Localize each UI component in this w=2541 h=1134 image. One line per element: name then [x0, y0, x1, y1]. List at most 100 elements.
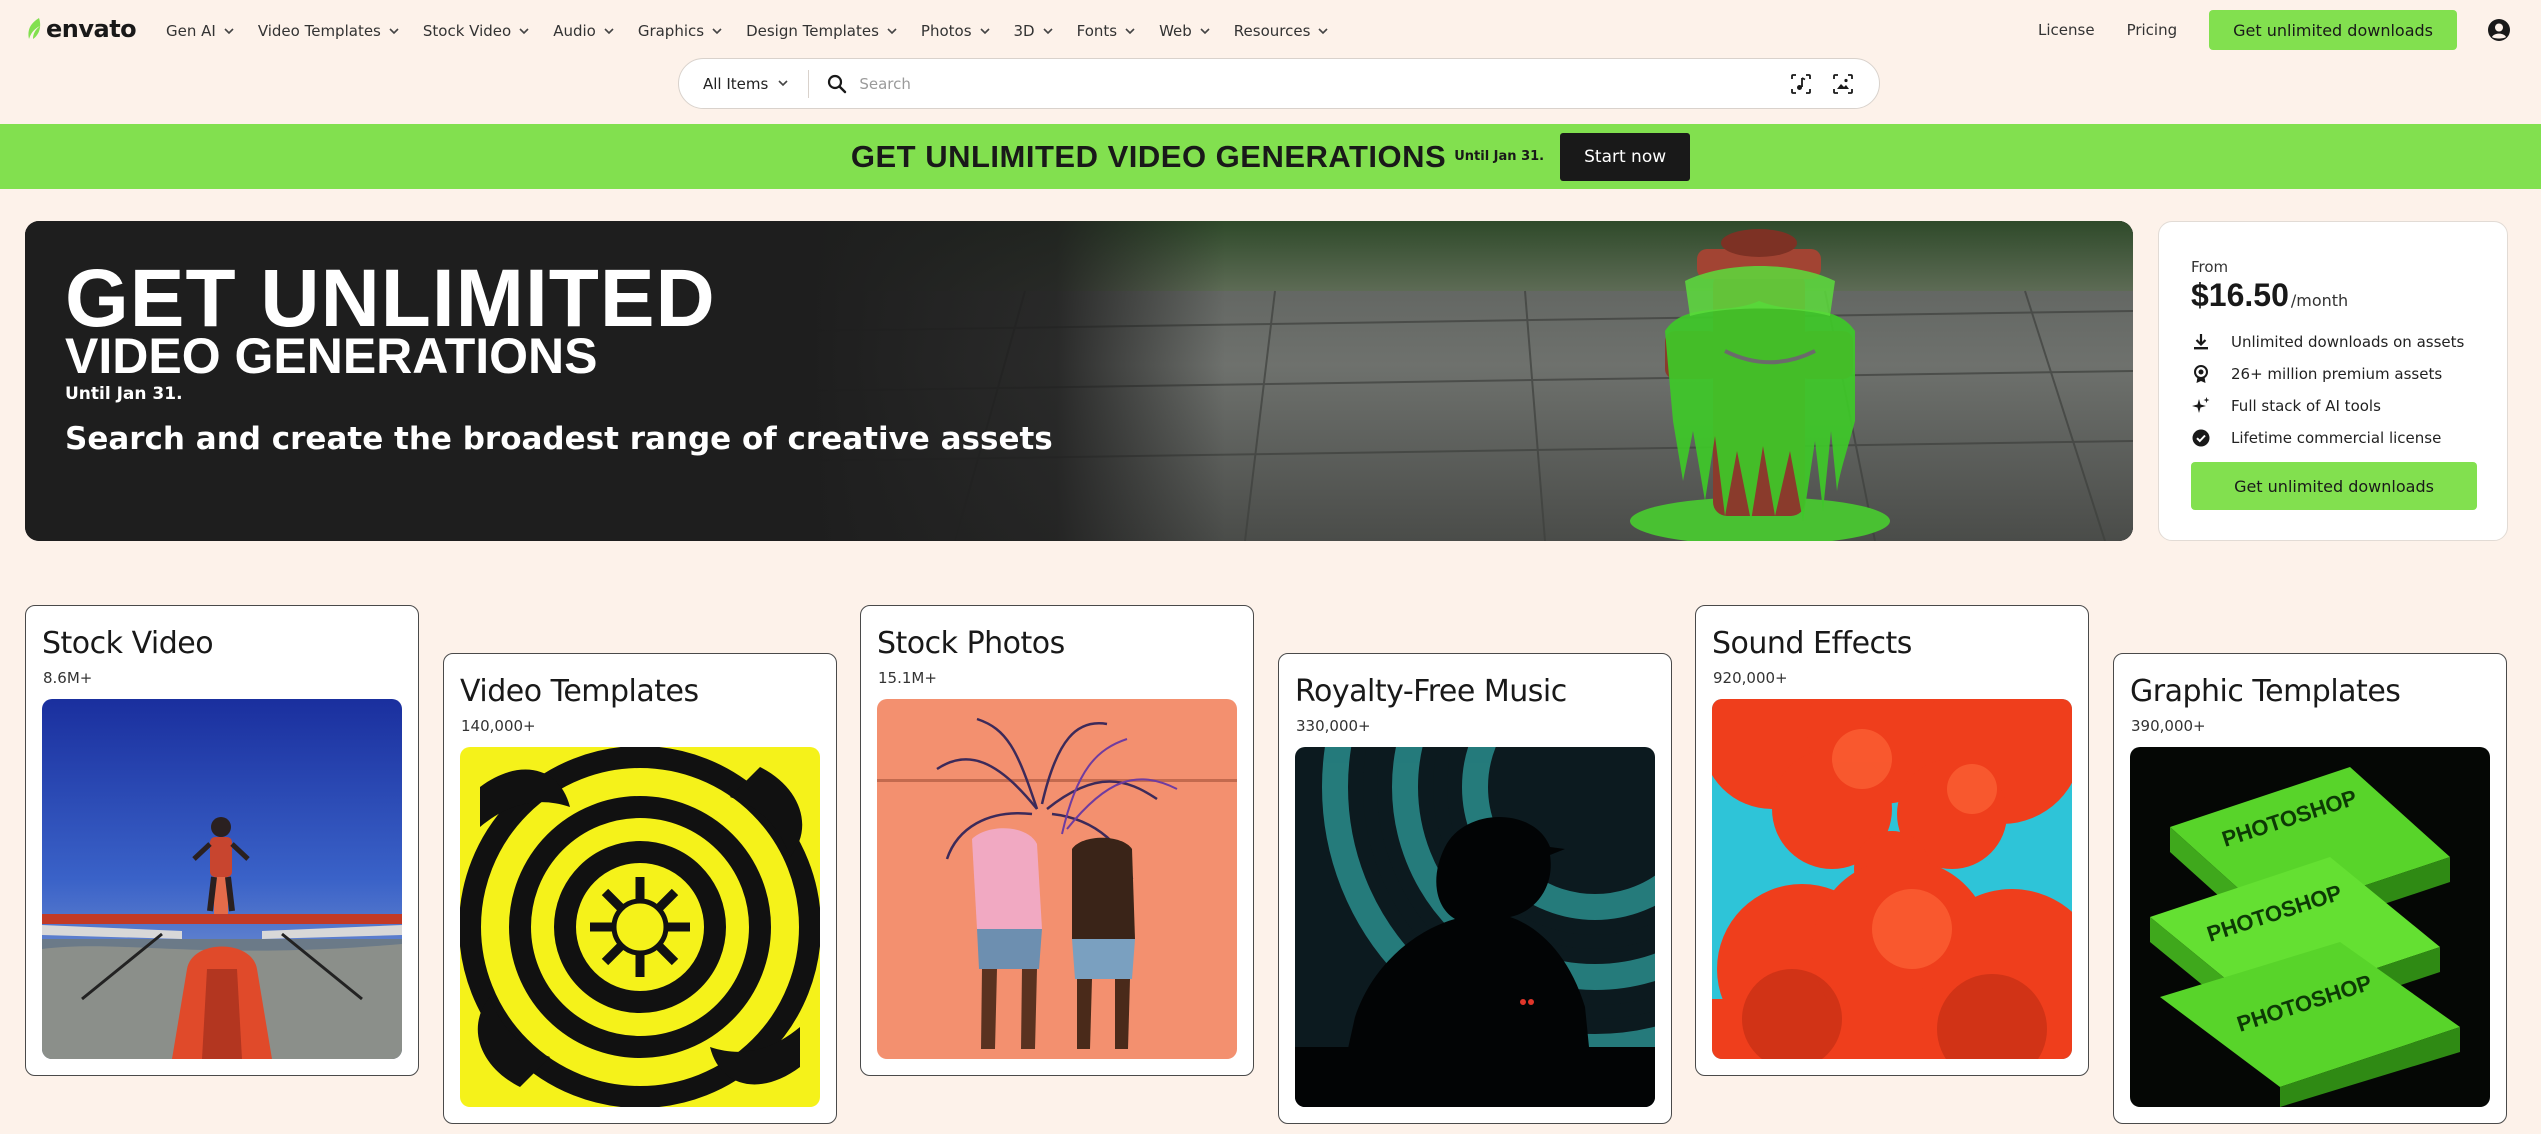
- top-navigation: envato Gen AI Video Templates Stock Vide…: [0, 0, 2541, 124]
- main-nav: Gen AI Video Templates Stock Video Audio…: [166, 18, 1352, 44]
- nav-label: Gen AI: [166, 22, 216, 40]
- promo-title: GET UNLIMITED VIDEO GENERATIONS: [850, 138, 1447, 174]
- get-unlimited-downloads-button[interactable]: Get unlimited downloads: [2209, 10, 2457, 50]
- category-title: Graphic Templates: [2130, 674, 2401, 709]
- feature-text: 26+ million premium assets: [2231, 365, 2443, 383]
- nav-label: Design Templates: [746, 22, 879, 40]
- category-title: Stock Photos: [877, 626, 1065, 661]
- category-title: Video Templates: [460, 674, 699, 709]
- search-tools: [1789, 72, 1879, 96]
- hero-subtitle-line: VIDEO GENERATIONS: [65, 328, 598, 384]
- chevron-down-icon: [1200, 27, 1210, 34]
- chevron-down-icon: [778, 80, 788, 87]
- nav-video-templates[interactable]: Video Templates: [258, 22, 399, 40]
- psychedelic-spiral-image: [460, 747, 820, 1107]
- promo-banner: GET UNLIMITED VIDEO GENERATIONS Until Ja…: [0, 124, 2541, 189]
- feature-text: Unlimited downloads on assets: [2231, 333, 2465, 351]
- search-category-label: All Items: [703, 74, 769, 93]
- feature-item: Unlimited downloads on assets: [2191, 326, 2464, 358]
- category-thumbnail: [1712, 699, 2072, 1059]
- header-actions: License Pricing Get unlimited downloads: [2038, 10, 2511, 50]
- nav-web[interactable]: Web: [1159, 22, 1210, 40]
- red-smoke-cloud-image: [1712, 699, 2072, 1059]
- category-count: 15.1M+: [878, 669, 937, 687]
- category-count: 330,000+: [1296, 717, 1371, 735]
- start-now-button[interactable]: Start now: [1560, 132, 1691, 181]
- hero-until: Until Jan 31.: [65, 384, 183, 404]
- chevron-down-icon: [979, 27, 990, 34]
- audio-search-icon[interactable]: [1789, 72, 1813, 96]
- nav-design-templates[interactable]: Design Templates: [746, 22, 897, 40]
- chevron-down-icon: [604, 27, 614, 34]
- sparkle-icon: [2192, 397, 2210, 413]
- search-category-dropdown[interactable]: All Items: [679, 69, 810, 98]
- nav-label: Resources: [1233, 22, 1311, 40]
- category-card-stock-video[interactable]: Stock Video 8.6M+: [25, 605, 419, 1076]
- feature-item: 26+ million premium assets: [2191, 358, 2464, 390]
- nav-label: Photos: [920, 22, 972, 40]
- category-count: 920,000+: [1713, 669, 1788, 687]
- nav-label: Video Templates: [257, 22, 381, 40]
- dj-silhouette-image: [1295, 747, 1655, 1107]
- nav-resources[interactable]: Resources: [1234, 22, 1329, 40]
- search-bar: All Items: [678, 58, 1880, 109]
- chevron-down-icon: [1043, 27, 1053, 34]
- nav-stock-video[interactable]: Stock Video: [423, 22, 529, 40]
- check-circle-icon: [2192, 429, 2210, 447]
- wingwalker-plane-image: [42, 699, 402, 1059]
- nav-audio[interactable]: Audio: [553, 22, 614, 40]
- category-thumbnail: [42, 699, 402, 1059]
- nav-graphics[interactable]: Graphics: [638, 22, 722, 40]
- chevron-down-icon: [389, 27, 399, 34]
- feature-text: Full stack of AI tools: [2231, 397, 2381, 415]
- category-title: Stock Video: [42, 626, 214, 661]
- nav-label: Graphics: [637, 22, 705, 40]
- feature-list: Unlimited downloads on assets 26+ millio…: [2191, 326, 2464, 454]
- chevron-down-icon: [1125, 27, 1135, 34]
- category-card-sound-effects[interactable]: Sound Effects 920,000+: [1695, 605, 2089, 1076]
- feature-item: Full stack of AI tools: [2191, 390, 2464, 422]
- price-amount: $16.50: [2191, 277, 2289, 313]
- category-card-royalty-free-music[interactable]: Royalty-Free Music 330,000+: [1278, 653, 1672, 1124]
- search-icon: [828, 74, 847, 93]
- hero-tagline: Search and create the broadest range of …: [65, 421, 1053, 457]
- nav-label: Audio: [553, 22, 596, 40]
- nav-label: Web: [1159, 22, 1192, 40]
- chevron-down-icon: [1318, 27, 1328, 34]
- chevron-down-icon: [224, 27, 234, 34]
- nav-gen-ai[interactable]: Gen AI: [166, 22, 234, 40]
- dancers-braids-image: [877, 699, 1237, 1059]
- category-card-video-templates[interactable]: Video Templates 140,000+: [443, 653, 837, 1124]
- category-title: Royalty-Free Music: [1295, 674, 1567, 709]
- category-count: 390,000+: [2131, 717, 2206, 735]
- license-link[interactable]: License: [2038, 21, 2095, 39]
- envato-leaf-icon: [28, 18, 41, 39]
- logo-text: envato: [46, 15, 137, 43]
- price-from-label: From: [2191, 258, 2229, 276]
- pricing-link[interactable]: Pricing: [2127, 21, 2178, 39]
- pricing-card: From $16.50 /month Unlimited downloads o…: [2158, 221, 2508, 541]
- search-input[interactable]: [859, 74, 1789, 93]
- hero-banner[interactable]: GET UNLIMITED VIDEO GENERATIONS Until Ja…: [25, 221, 2133, 541]
- chevron-down-icon: [887, 27, 897, 34]
- category-count: 140,000+: [461, 717, 536, 735]
- nav-label: 3D: [1013, 22, 1035, 40]
- nav-3d[interactable]: 3D: [1014, 22, 1053, 40]
- premium-badge-icon: [2194, 365, 2208, 383]
- category-card-stock-photos[interactable]: Stock Photos 15.1M+: [860, 605, 1254, 1076]
- nav-photos[interactable]: Photos: [921, 22, 990, 40]
- category-card-graphic-templates[interactable]: Graphic Templates 390,000+ PHOTOSHOP PHO…: [2113, 653, 2507, 1124]
- price: $16.50 /month: [2191, 277, 2348, 314]
- nav-fonts[interactable]: Fonts: [1077, 22, 1135, 40]
- get-unlimited-downloads-card-button[interactable]: Get unlimited downloads: [2191, 462, 2477, 510]
- search-field: [809, 74, 1789, 94]
- user-account-icon[interactable]: [2487, 18, 2511, 42]
- download-icon: [2194, 334, 2208, 350]
- category-thumbnail: PHOTOSHOP PHOTOSHOP PHOTOSHOP: [2130, 747, 2490, 1107]
- image-search-icon[interactable]: [1831, 72, 1855, 96]
- feature-item: Lifetime commercial license: [2191, 422, 2464, 454]
- price-period: /month: [2290, 291, 2349, 310]
- promo-until: Until Jan 31.: [1454, 149, 1545, 164]
- envato-logo[interactable]: envato: [25, 12, 137, 46]
- photoshop-mockup-boxes-image: PHOTOSHOP PHOTOSHOP PHOTOSHOP: [2130, 747, 2490, 1107]
